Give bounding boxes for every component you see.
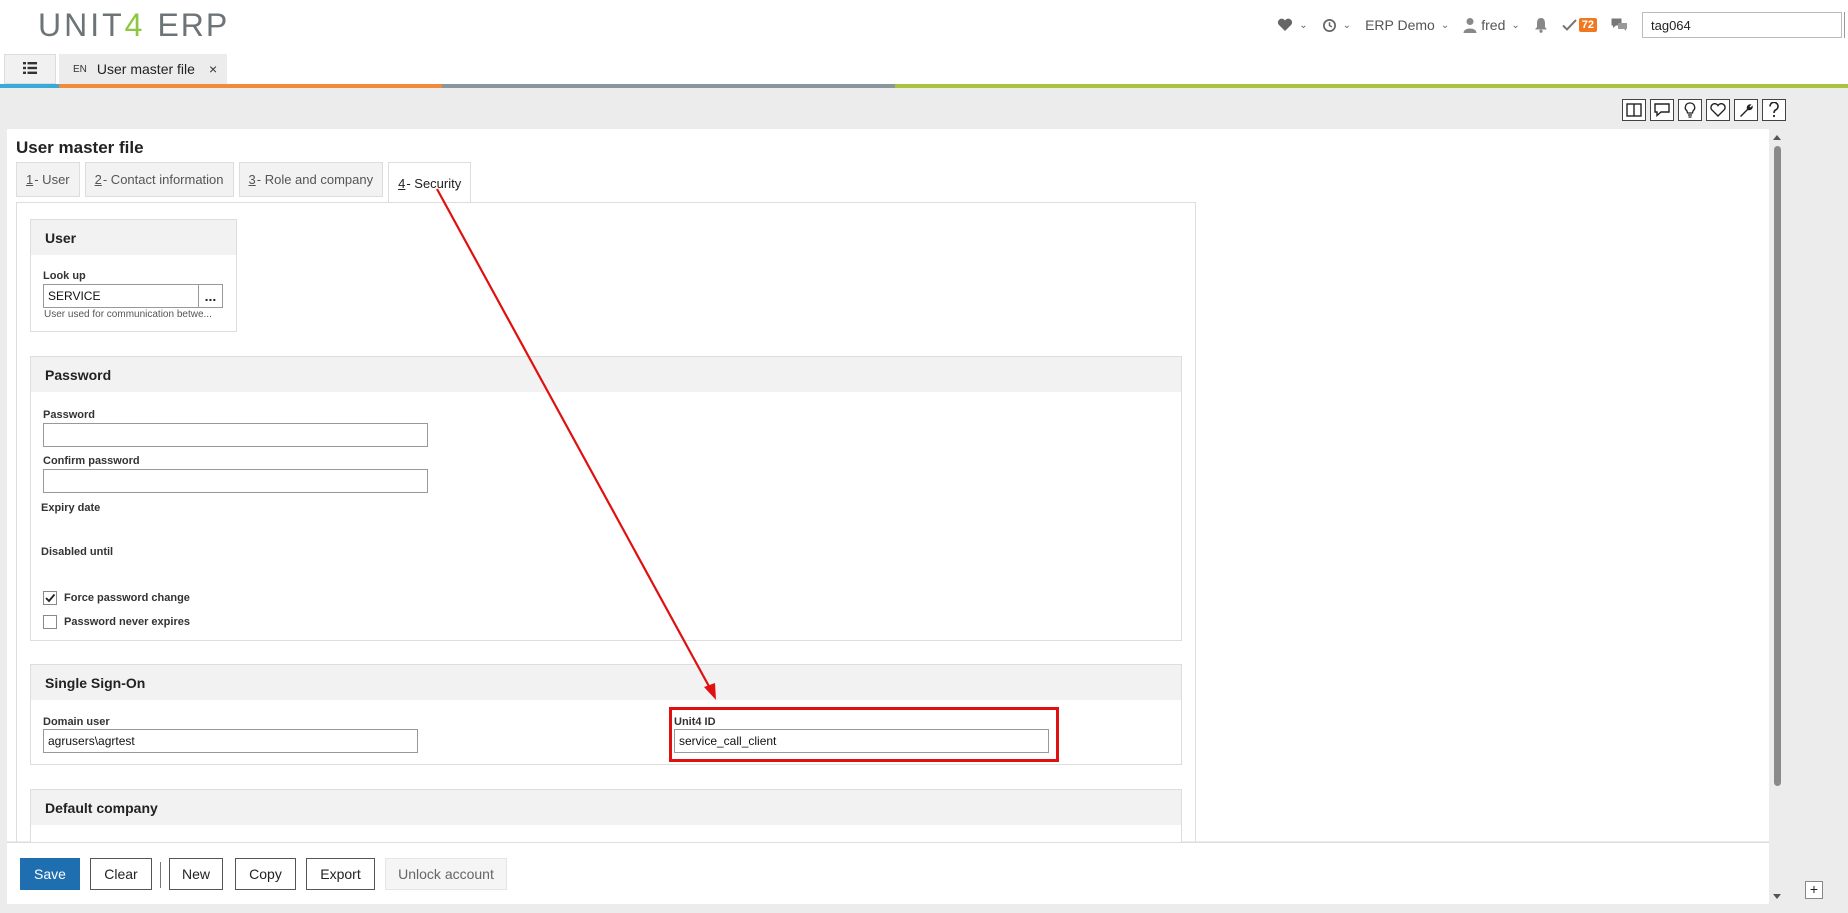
save-button[interactable]: Save — [20, 858, 80, 890]
unlock-account-button: Unlock account — [385, 858, 507, 890]
button-separator — [160, 862, 161, 888]
add-panel-button[interactable]: + — [1805, 881, 1823, 899]
scroll-down-arrow-icon[interactable] — [1772, 891, 1782, 901]
scroll-up-arrow-icon[interactable] — [1772, 133, 1782, 143]
annotation-arrow — [436, 188, 716, 700]
scrollbar-thumb[interactable] — [1774, 146, 1781, 786]
copy-button[interactable]: Copy — [235, 858, 296, 890]
clear-button[interactable]: Clear — [90, 858, 152, 890]
export-button[interactable]: Export — [306, 858, 375, 890]
new-button[interactable]: New — [169, 858, 223, 890]
